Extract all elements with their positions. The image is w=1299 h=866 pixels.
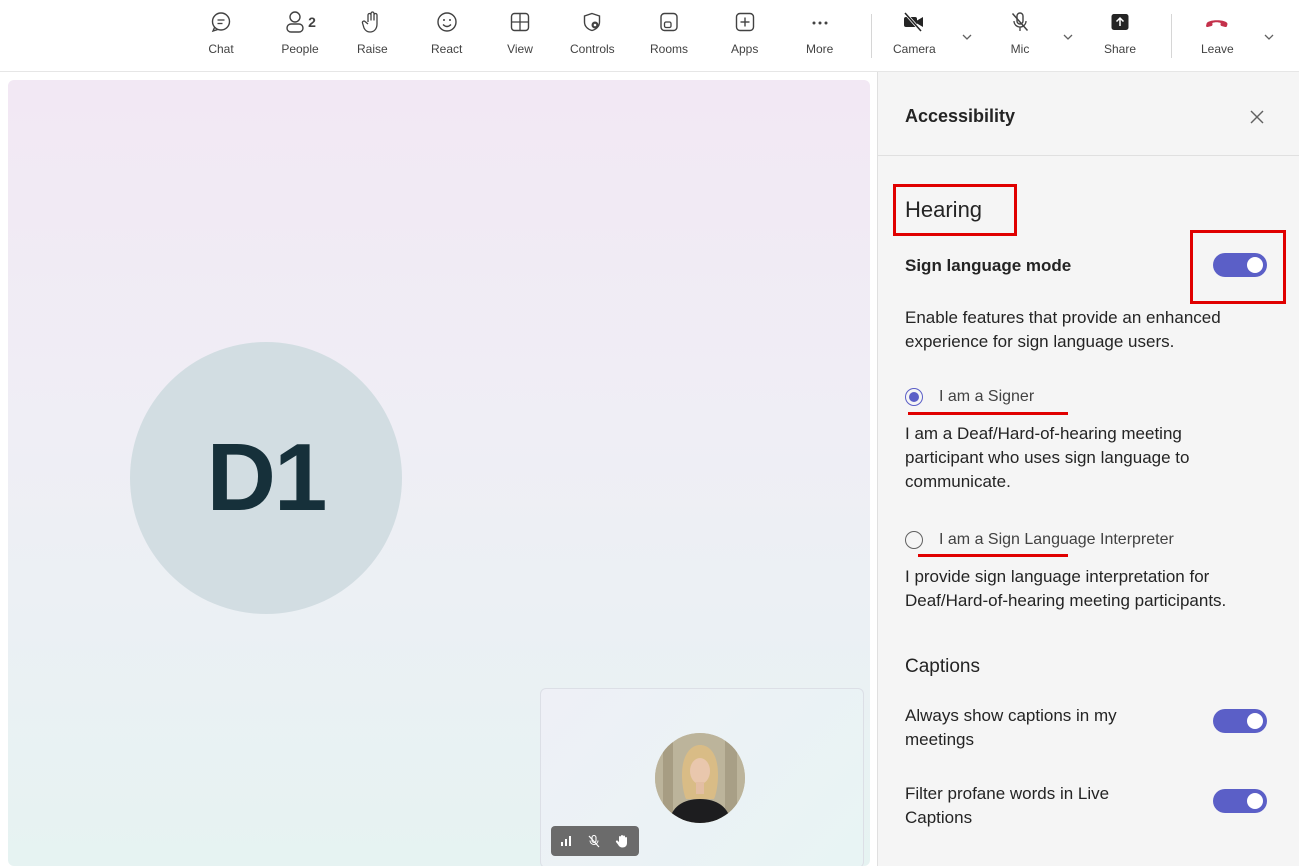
camera-button[interactable]: Camera	[893, 8, 936, 66]
leave-label: Leave	[1201, 42, 1234, 56]
rooms-button[interactable]: Rooms	[650, 8, 688, 66]
raise-hand-button[interactable]: Raise	[357, 8, 388, 66]
accessibility-panel: Accessibility Hearing Sign language mode…	[877, 72, 1299, 866]
interpreter-radio-label: I am a Sign Language Interpreter	[939, 531, 1174, 548]
camera-label: Camera	[893, 42, 936, 56]
sign-language-hand-icon	[615, 835, 627, 848]
view-label: View	[507, 42, 533, 56]
people-label: People	[281, 42, 319, 56]
sign-language-mode-label: Sign language mode	[905, 256, 1072, 275]
share-label: Share	[1104, 42, 1137, 56]
hang-up-icon	[1204, 8, 1230, 36]
mic-off-icon	[1007, 8, 1033, 36]
camera-options-chevron-icon[interactable]	[960, 30, 974, 44]
controls-label: Controls	[570, 42, 615, 56]
sign-language-mode-description: Enable features that provide an enhanced…	[905, 308, 1221, 351]
self-view-tile[interactable]	[540, 688, 864, 866]
rooms-icon	[656, 8, 682, 36]
always-show-captions-toggle[interactable]	[1213, 709, 1267, 733]
chat-label: Chat	[208, 42, 234, 56]
raise-label: Raise	[357, 42, 388, 56]
self-view-photo	[655, 733, 745, 823]
people-count: 2	[308, 14, 316, 30]
people-button[interactable]: 2 People	[280, 8, 320, 66]
more-button[interactable]: More	[806, 8, 833, 66]
apps-label: Apps	[731, 42, 759, 56]
toggle-highlight-box	[1190, 230, 1286, 304]
mic-button[interactable]: Mic	[1007, 8, 1033, 66]
panel-title: Accessibility	[905, 106, 1016, 126]
mic-label: Mic	[1010, 42, 1030, 56]
close-icon[interactable]	[1246, 106, 1268, 128]
grid-icon	[507, 8, 533, 36]
people-icon: 2	[280, 8, 320, 36]
signer-radio-button[interactable]	[905, 388, 923, 406]
interpreter-radio-option[interactable]: I am a Sign Language Interpreter	[905, 531, 1174, 549]
chat-button[interactable]: Chat	[208, 8, 234, 66]
filter-profane-words-label: Filter profane words in Live Captions	[905, 784, 1110, 827]
signer-underline-annotation	[908, 412, 1068, 415]
always-show-captions-label: Always show captions in my meetings	[905, 706, 1117, 749]
share-screen-icon	[1107, 8, 1133, 36]
muted-mic-icon	[588, 834, 600, 848]
toolbar-divider-2	[1171, 14, 1172, 58]
meeting-toolbar: Chat 2 People Raise React View Controls	[0, 0, 1299, 72]
add-app-icon	[732, 8, 758, 36]
mic-options-chevron-icon[interactable]	[1061, 30, 1075, 44]
interpreter-description: I provide sign language interpretation f…	[905, 567, 1227, 610]
share-button[interactable]: Share	[1104, 8, 1136, 66]
hearing-highlight-box	[893, 184, 1017, 236]
filter-profane-words-toggle[interactable]	[1213, 789, 1267, 813]
view-button[interactable]: View	[507, 8, 533, 66]
leave-button[interactable]: Leave	[1201, 8, 1234, 66]
interpreter-radio-button[interactable]	[905, 531, 923, 549]
signer-radio-label: I am a Signer	[939, 388, 1035, 405]
more-icon	[807, 8, 833, 36]
signer-radio-option[interactable]: I am a Signer	[905, 388, 1034, 406]
react-label: React	[431, 42, 463, 56]
smiley-icon	[434, 8, 460, 36]
meeting-stage: D1	[8, 80, 870, 866]
controls-button[interactable]: Controls	[570, 8, 615, 66]
captions-heading: Captions	[905, 656, 980, 677]
chat-icon	[208, 8, 234, 36]
participant-avatar[interactable]: D1	[130, 342, 402, 614]
leave-options-chevron-icon[interactable]	[1262, 30, 1276, 44]
panel-header: Accessibility	[878, 72, 1299, 156]
apps-button[interactable]: Apps	[731, 8, 758, 66]
interpreter-underline-annotation	[918, 554, 1068, 557]
self-view-status-bar	[551, 826, 639, 856]
signal-strength-icon	[561, 836, 571, 846]
camera-off-icon	[901, 8, 927, 36]
signer-description: I am a Deaf/Hard-of-hearing meeting part…	[905, 424, 1190, 491]
shield-gear-icon	[579, 8, 605, 36]
rooms-label: Rooms	[650, 42, 689, 56]
react-button[interactable]: React	[431, 8, 462, 66]
more-label: More	[806, 42, 834, 56]
avatar-initials: D1	[206, 424, 328, 531]
hand-icon	[359, 8, 385, 36]
toolbar-divider	[871, 14, 872, 58]
